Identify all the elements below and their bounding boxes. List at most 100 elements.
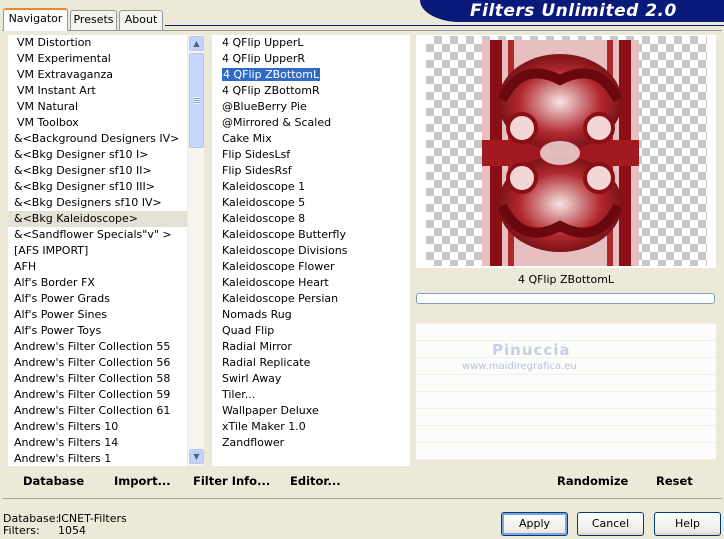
filter-item-label: 4 QFlip UpperR [222,52,306,65]
category-scrollbar[interactable]: ▲ ▼ [187,35,204,466]
apply-button[interactable]: Apply [501,512,568,536]
scroll-thumb[interactable] [189,53,204,148]
category-item[interactable]: &<Bkg Designer sf10 I> [8,147,204,163]
filter-item[interactable]: Kaleidoscope 8 [212,211,410,227]
filter-item[interactable]: @Mirrored & Scaled [212,115,410,131]
filter-item-label: 4 QFlip ZBottomR [222,84,320,97]
filter-item-label: Flip SidesLsf [222,148,291,161]
filter-item-label: Cake Mix [222,132,272,145]
filter-item-label: Kaleidoscope Flower [222,260,335,273]
watermark-text: Pinuccia [492,341,571,359]
category-item[interactable]: Andrew's Filter Collection 59 [8,387,204,403]
filter-item[interactable]: Kaleidoscope Divisions [212,243,410,259]
filter-item[interactable]: 4 QFlip UpperL [212,35,410,51]
filter-item-label: Kaleidoscope Persian [222,292,339,305]
category-item[interactable]: Andrew's Filters 1 [8,451,204,466]
category-item[interactable]: Alf's Border FX [8,275,204,291]
filter-item[interactable]: Kaleidoscope 1 [212,179,410,195]
filter-item[interactable]: Radial Mirror [212,339,410,355]
filter-item[interactable]: Quad Flip [212,323,410,339]
import-button[interactable]: Import... [114,470,171,492]
filter-item[interactable]: Nomads Rug [212,307,410,323]
filter-item[interactable]: 4 QFlip UpperR [212,51,410,67]
category-item[interactable]: &<Bkg Designers sf10 IV> [8,195,204,211]
preview-image [482,40,639,266]
filter-item-label: @BlueBerry Pie [222,100,307,113]
filter-info-button[interactable]: Filter Info... [193,470,270,492]
filter-item-label: Kaleidoscope Divisions [222,244,348,257]
tab-navigator[interactable]: Navigator [3,8,68,31]
filter-item[interactable]: Kaleidoscope Heart [212,275,410,291]
filter-item[interactable]: Kaleidoscope 5 [212,195,410,211]
list-toolbar: Database Import... Filter Info... Editor… [8,470,412,494]
category-item[interactable]: VM Experimental [8,51,204,67]
help-button[interactable]: Help [654,512,721,536]
category-item[interactable]: AFH [8,259,204,275]
separator [2,498,722,499]
filter-item[interactable]: Kaleidoscope Persian [212,291,410,307]
category-item[interactable]: [AFS IMPORT] [8,243,204,259]
filter-item[interactable]: 4 QFlip ZBottomL [212,67,410,83]
category-item[interactable]: &<Sandflower Specials"v" > [8,227,204,243]
preview-toolbar: Randomize Reset [416,470,716,494]
filters-count: 1054 [58,524,86,537]
filters-info: Filters: 1054 [3,524,86,537]
filter-item[interactable]: Wallpaper Deluxe [212,403,410,419]
filter-item-label: 4 QFlip UpperL [222,36,304,49]
category-item[interactable]: Andrew's Filter Collection 61 [8,403,204,419]
category-item[interactable]: VM Distortion [8,35,204,51]
filter-item[interactable]: xTile Maker 1.0 [212,419,410,435]
filter-item[interactable]: Flip SidesLsf [212,147,410,163]
filter-item-label: 4 QFlip ZBottomL [222,68,321,81]
scroll-down-button[interactable]: ▼ [189,449,204,464]
filter-item[interactable]: Zandflower [212,435,410,451]
filter-item[interactable]: Cake Mix [212,131,410,147]
category-item[interactable]: Alf's Power Toys [8,323,204,339]
category-list[interactable]: VM Distortion VM Experimental VM Extravaga… [8,35,204,466]
filter-item-label: Swirl Away [222,372,282,385]
category-item[interactable]: VM Extravaganza [8,67,204,83]
filter-item[interactable]: 4 QFlip ZBottomR [212,83,410,99]
category-item[interactable]: &<Bkg Kaleidoscope> [8,211,204,227]
filter-item[interactable]: Kaleidoscope Flower [212,259,410,275]
tab-presets[interactable]: Presets [70,10,117,30]
category-item[interactable]: &<Bkg Designer sf10 III> [8,179,204,195]
category-item[interactable]: Alf's Power Grads [8,291,204,307]
filter-item[interactable]: Kaleidoscope Butterfly [212,227,410,243]
scroll-up-button[interactable]: ▲ [189,36,204,51]
category-item[interactable]: &<Background Designers IV> [8,131,204,147]
selected-filter-name: 4 QFlip ZBottomL [517,273,615,286]
category-item[interactable]: VM Instant Art [8,83,204,99]
filter-item-label: @Mirrored & Scaled [222,116,332,129]
banner-underline [165,25,724,26]
category-item[interactable]: VM Toolbox [8,115,204,131]
filter-item[interactable]: Swirl Away [212,371,410,387]
category-item[interactable]: Andrew's Filter Collection 55 [8,339,204,355]
cancel-button[interactable]: Cancel [577,512,644,536]
category-item[interactable]: VM Natural [8,99,204,115]
database-button[interactable]: Database [23,470,84,492]
app-title: Filters Unlimited 2.0 [470,1,677,21]
grip-icon [194,97,200,104]
filter-item[interactable]: @BlueBerry Pie [212,99,410,115]
randomize-button[interactable]: Randomize [557,470,628,492]
filter-item-label: Radial Replicate [222,356,311,369]
filter-item-label: Wallpaper Deluxe [222,404,319,417]
filter-item[interactable]: Tiler... [212,387,410,403]
category-item[interactable]: Andrew's Filter Collection 58 [8,371,204,387]
filter-item-label: Kaleidoscope Heart [222,276,329,289]
category-item[interactable]: &<Bkg Designer sf10 II> [8,163,204,179]
filter-list[interactable]: 4 QFlip UpperL 4 QFlip UpperR 4 QFlip ZBot… [212,35,410,466]
category-item[interactable]: Andrew's Filter Collection 56 [8,355,204,371]
editor-button[interactable]: Editor... [290,470,341,492]
filter-item-label: Tiler... [222,388,256,401]
filters-label: Filters: [3,524,40,537]
category-item[interactable]: Andrew's Filters 10 [8,419,204,435]
category-item[interactable]: Alf's Power Sines [8,307,204,323]
category-item[interactable]: Andrew's Filters 14 [8,435,204,451]
filter-item[interactable]: Flip SidesRsf [212,163,410,179]
filter-item[interactable]: Radial Replicate [212,355,410,371]
progress-bar [416,293,715,304]
reset-button[interactable]: Reset [656,470,693,492]
tab-about[interactable]: About [119,10,163,30]
